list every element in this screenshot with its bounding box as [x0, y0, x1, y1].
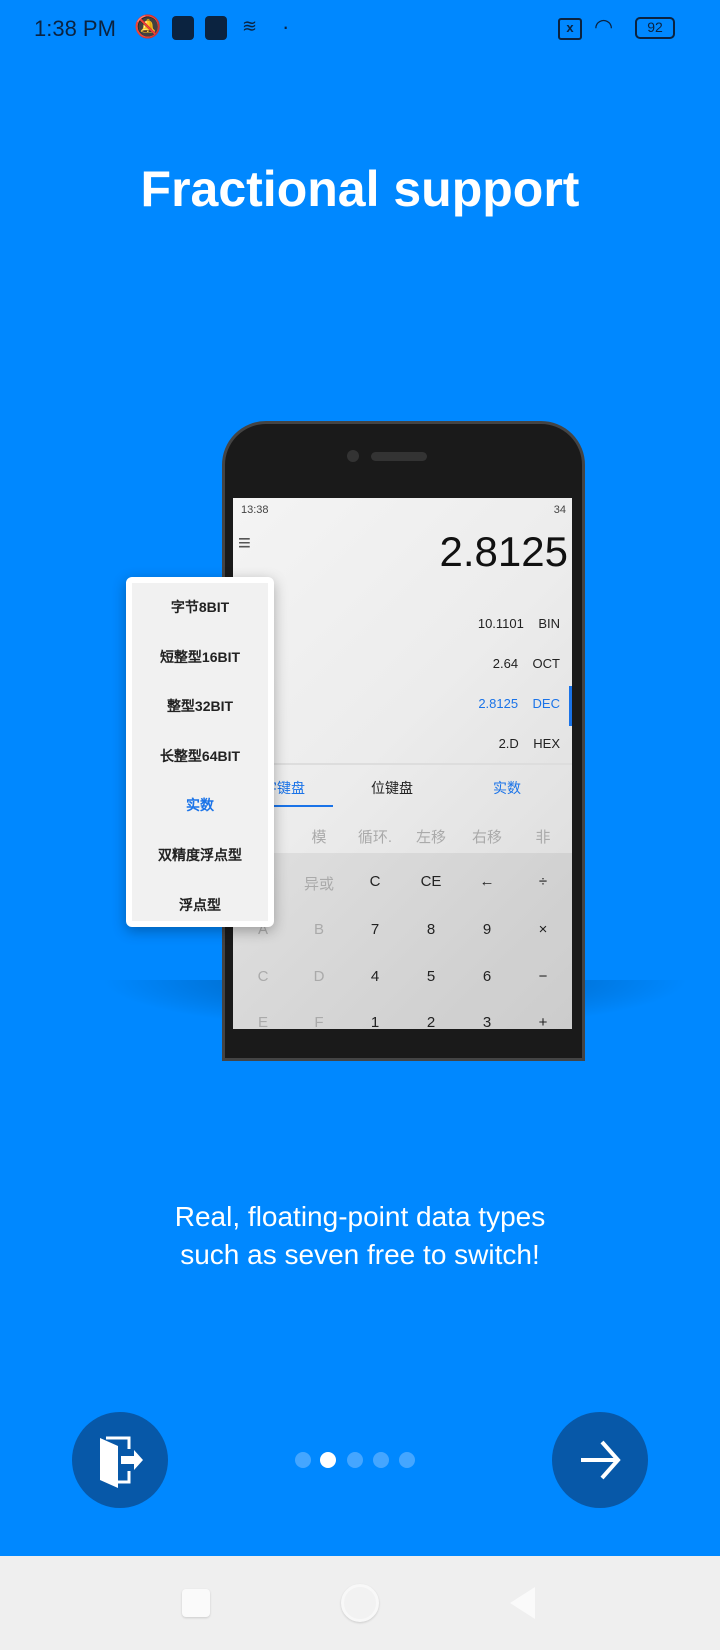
base-row-dec: 2.8125 DEC [478, 696, 560, 711]
key: − [538, 968, 548, 985]
base-row-hex: 2.D HEX [498, 736, 560, 751]
battery-icon: 92 [635, 17, 675, 39]
key: 模 [311, 829, 327, 846]
mute-vibrate-icon: 🔕 [134, 14, 162, 39]
page-dot [347, 1452, 363, 1468]
key: 异或 [303, 876, 334, 893]
page-dot [399, 1452, 415, 1468]
key: 2 [426, 1014, 436, 1029]
skip-button[interactable] [72, 1412, 168, 1508]
camera-icon [347, 450, 359, 462]
display-value: 2.8125 [439, 528, 568, 575]
menu-item: 字节8BIT [170, 599, 230, 615]
status-bar: 1:38 PM 🔕 ≋ · x ◠ 92 [0, 0, 720, 56]
key: × [538, 921, 548, 938]
key: C [369, 873, 381, 890]
phone-screen: 13:38 34 ≡ 2.8125 10.1101 BIN 2.64 OCT 2… [233, 498, 572, 1029]
key: + [538, 1014, 548, 1029]
layers-icon: ≋ [242, 16, 258, 36]
key: 6 [482, 968, 492, 985]
navigation-bar [0, 1556, 720, 1650]
divider [233, 763, 572, 765]
key: 4 [370, 968, 380, 985]
key: ← [479, 873, 495, 890]
key: 左移 [415, 829, 446, 846]
back-button[interactable] [508, 1586, 536, 1620]
status-time: 1:38 PM [34, 16, 116, 41]
base-row-oct: 2.64 OCT [492, 656, 560, 671]
speaker-grille [371, 452, 427, 461]
menu-item: 整型32BIT [166, 698, 234, 715]
data-type-menu: 字节8BIT 短整型16BIT 整型32BIT 长整型64BIT 实数 双精度浮… [126, 577, 274, 927]
key: 7 [370, 921, 380, 938]
menu-item: 长整型64BIT [159, 747, 241, 764]
app-icon [205, 16, 227, 40]
key: F [314, 1014, 324, 1029]
description: Real, floating-point data types such as … [0, 1198, 720, 1274]
key: 3 [482, 1014, 492, 1029]
home-button[interactable] [341, 1584, 379, 1622]
key: E [257, 1014, 268, 1029]
no-sim-icon: x [558, 18, 582, 40]
menu-item: 双精度浮点型 [158, 846, 242, 863]
menu-item: 浮点型 [179, 896, 221, 913]
menu-icon: ≡ [238, 530, 251, 555]
key: B [313, 921, 324, 938]
wifi-icon: ◠ [594, 14, 614, 39]
key: 1 [370, 1014, 380, 1029]
key: 非 [535, 829, 551, 846]
page-dot [373, 1452, 389, 1468]
page-dot-active [320, 1452, 336, 1468]
key: 5 [426, 968, 436, 985]
key: D [313, 968, 325, 985]
key: ÷ [538, 873, 548, 890]
next-button[interactable] [552, 1412, 648, 1508]
dec-indicator [569, 686, 572, 726]
page-title: Fractional support [140, 161, 580, 217]
recents-button[interactable] [182, 1589, 210, 1617]
exit-door-icon [100, 1436, 143, 1488]
tab-bit-keyboard: 位键盘 [371, 780, 413, 796]
menu-item: 短整型16BIT [159, 648, 241, 665]
dot-icon: · [282, 14, 290, 39]
menu-item-selected: 实数 [186, 797, 214, 814]
page-dot [295, 1452, 311, 1468]
key: 右移 [471, 829, 502, 846]
key: C [257, 968, 269, 985]
key: 9 [482, 921, 492, 938]
tab-real: 实数 [493, 780, 521, 796]
mockup-battery: 34 [553, 504, 566, 516]
description-line: Real, floating-point data types [174, 1201, 546, 1232]
arrow-right-icon [581, 1440, 621, 1480]
key: 8 [426, 921, 436, 938]
base-row-bin: 10.1101 BIN [477, 616, 560, 631]
key: CE [420, 873, 442, 890]
battery-level: 92 [647, 19, 663, 35]
mockup-status-time: 13:38 [241, 504, 269, 516]
description-line: such as seven free to switch! [180, 1239, 540, 1270]
app-icon [172, 16, 194, 40]
key: 循环. [357, 829, 393, 846]
